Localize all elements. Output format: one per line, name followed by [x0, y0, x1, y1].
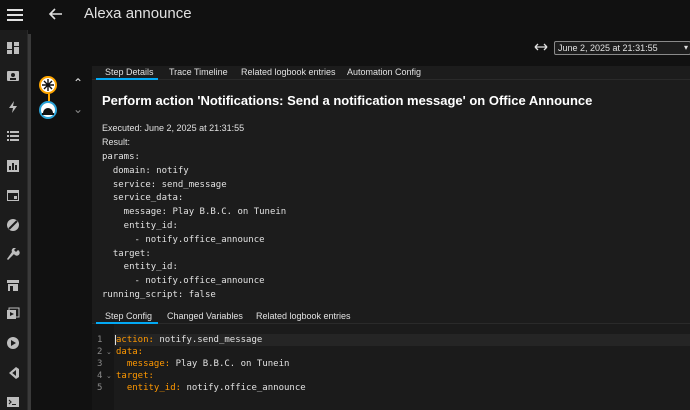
result-label: Result:: [102, 137, 131, 147]
code-line: target:: [116, 371, 154, 381]
active-tab-indicator: [96, 78, 158, 80]
action-node[interactable]: [39, 101, 57, 119]
trace-timestamp-value: June 2, 2025 at 21:31:55: [558, 43, 658, 53]
tab-step-config[interactable]: Step Config: [105, 311, 152, 321]
trace-toolbar: June 2, 2025 at 21:31:55 ▾: [32, 30, 690, 66]
wrench-icon[interactable]: [6, 248, 20, 262]
trace-timestamp-select[interactable]: June 2, 2025 at 21:31:55 ▾: [554, 41, 690, 55]
vscode-icon[interactable]: [6, 366, 20, 380]
terminal-icon[interactable]: [6, 395, 20, 409]
fold-chevron-icon[interactable]: ⌄: [106, 347, 112, 359]
tab-step-related-logbook[interactable]: Related logbook entries: [256, 311, 351, 321]
editor-gutter: [92, 324, 114, 410]
chart-icon[interactable]: [6, 159, 20, 173]
trigger-node[interactable]: [39, 76, 57, 94]
executed-timestamp: Executed: June 2, 2025 at 21:31:55: [102, 123, 245, 133]
yaml-line: service_data:: [102, 193, 184, 204]
code-line: entity_id: notify.office_announce: [126, 383, 306, 393]
line-number: 1: [97, 335, 103, 345]
yaml-line: service: send_message: [102, 179, 227, 190]
line-number: 4: [97, 371, 103, 381]
list-icon[interactable]: [6, 129, 20, 143]
person-icon[interactable]: [6, 70, 20, 84]
trace-graph: ⌃ ⌄: [32, 66, 92, 410]
result-yaml: params: domain: notify service: send_mes…: [102, 151, 286, 303]
line-number: 3: [97, 359, 103, 369]
yaml-line: - notify.office_announce: [102, 234, 265, 245]
line-number: 2: [97, 347, 103, 357]
cancel-icon[interactable]: [6, 218, 20, 232]
yaml-line: running_script: false: [102, 289, 216, 300]
step-heading: Perform action 'Notifications: Send a no…: [102, 93, 593, 108]
yaml-line: entity_id:: [102, 220, 178, 231]
calendar-icon[interactable]: [6, 188, 20, 202]
yaml-line: entity_id:: [102, 262, 178, 273]
arrow-left-icon[interactable]: [46, 4, 66, 24]
sidebar-scrollbar[interactable]: [28, 34, 31, 410]
code-line: message: Play B.B.C. on Tunein: [126, 359, 290, 369]
playlist-icon[interactable]: [6, 307, 20, 321]
chevron-down-icon: ▾: [683, 43, 688, 52]
fold-chevron-icon[interactable]: ⌄: [106, 371, 112, 383]
top-app-bar: Alexa announce: [0, 0, 690, 30]
graph-connector: [48, 94, 50, 101]
tab-trace-timeline[interactable]: Trace Timeline: [169, 67, 228, 77]
lightning-icon[interactable]: [6, 100, 20, 114]
menu-icon[interactable]: [6, 6, 24, 24]
chevron-down-icon[interactable]: ⌄: [73, 102, 83, 116]
yaml-line: - notify.office_announce: [102, 276, 265, 287]
sidebar: [0, 30, 28, 410]
yaml-line: target:: [102, 248, 151, 259]
yaml-line: params:: [102, 152, 140, 162]
dashboard-icon[interactable]: [6, 41, 20, 55]
tab-changed-variables[interactable]: Changed Variables: [167, 311, 243, 321]
chevron-up-icon[interactable]: ⌃: [73, 76, 83, 90]
page-title: Alexa announce: [84, 5, 192, 22]
play-circle-icon[interactable]: [6, 336, 20, 350]
trace-details-panel: Step Details Trace Timeline Related logb…: [92, 66, 690, 410]
trace-tabs: Step Details Trace Timeline Related logb…: [92, 66, 690, 80]
line-number: 5: [97, 383, 103, 393]
tab-related-logbook[interactable]: Related logbook entries: [241, 67, 336, 77]
step-tabs: Step Config Changed Variables Related lo…: [92, 310, 690, 324]
step-config-editor[interactable]: 1 2 ⌄ 3 4 ⌄ 5 action: notify.send_messag…: [92, 324, 690, 410]
expand-horizontal-icon[interactable]: [534, 42, 548, 52]
tab-automation-config[interactable]: Automation Config: [347, 67, 421, 77]
code-line: action: notify.send_message: [116, 335, 263, 345]
code-line: data:: [116, 347, 144, 357]
yaml-line: message: Play B.B.C. on Tunein: [102, 207, 287, 218]
yaml-line: domain: notify: [102, 165, 189, 176]
store-icon[interactable]: [6, 278, 20, 292]
tab-step-details[interactable]: Step Details: [105, 67, 154, 77]
